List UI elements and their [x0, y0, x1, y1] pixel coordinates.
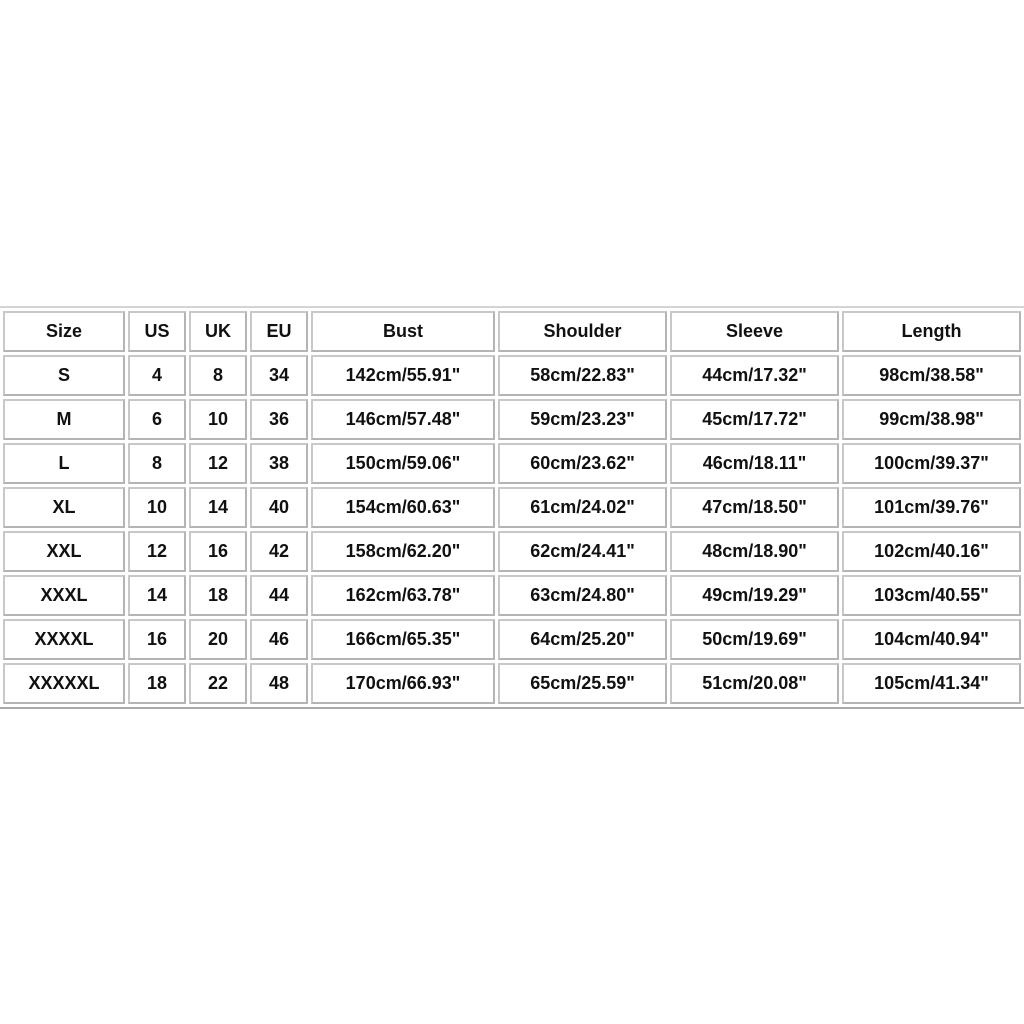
cell-size: M [3, 399, 125, 440]
cell-sleeve: 46cm/18.11" [670, 443, 839, 484]
cell-us: 8 [128, 443, 186, 484]
cell-shoulder: 63cm/24.80" [498, 575, 667, 616]
cell-size: S [3, 355, 125, 396]
cell-sleeve: 45cm/17.72" [670, 399, 839, 440]
cell-uk: 10 [189, 399, 247, 440]
cell-eu: 34 [250, 355, 308, 396]
cell-us: 6 [128, 399, 186, 440]
table-row: XXXXL 16 20 46 166cm/65.35" 64cm/25.20" 50cm/1… [3, 619, 1021, 660]
cell-length: 102cm/40.16" [842, 531, 1021, 572]
column-header-length: Length [842, 311, 1021, 352]
cell-bust: 166cm/65.35" [311, 619, 495, 660]
cell-eu: 42 [250, 531, 308, 572]
cell-sleeve: 51cm/20.08" [670, 663, 839, 704]
table-row: S 4 8 34 142cm/55.91" 58cm/22.83" 44cm/17.32" 9… [3, 355, 1021, 396]
cell-bust: 158cm/62.20" [311, 531, 495, 572]
cell-uk: 14 [189, 487, 247, 528]
cell-uk: 12 [189, 443, 247, 484]
cell-eu: 38 [250, 443, 308, 484]
column-header-size: Size [3, 311, 125, 352]
cell-length: 105cm/41.34" [842, 663, 1021, 704]
cell-us: 12 [128, 531, 186, 572]
column-header-eu: EU [250, 311, 308, 352]
cell-uk: 20 [189, 619, 247, 660]
cell-eu: 40 [250, 487, 308, 528]
cell-uk: 18 [189, 575, 247, 616]
table-row: XXXL 14 18 44 162cm/63.78" 63cm/24.80" 49cm/19… [3, 575, 1021, 616]
cell-sleeve: 49cm/19.29" [670, 575, 839, 616]
cell-us: 14 [128, 575, 186, 616]
cell-sleeve: 44cm/17.32" [670, 355, 839, 396]
cell-shoulder: 59cm/23.23" [498, 399, 667, 440]
column-header-sleeve: Sleeve [670, 311, 839, 352]
cell-us: 10 [128, 487, 186, 528]
cell-size: XXL [3, 531, 125, 572]
table-row: XXL 12 16 42 158cm/62.20" 62cm/24.41" 48cm/18.… [3, 531, 1021, 572]
cell-sleeve: 50cm/19.69" [670, 619, 839, 660]
cell-bust: 154cm/60.63" [311, 487, 495, 528]
cell-bust: 142cm/55.91" [311, 355, 495, 396]
cell-eu: 46 [250, 619, 308, 660]
cell-size: XL [3, 487, 125, 528]
cell-length: 103cm/40.55" [842, 575, 1021, 616]
cell-length: 100cm/39.37" [842, 443, 1021, 484]
table-row: M 6 10 36 146cm/57.48" 59cm/23.23" 45cm/17.72"… [3, 399, 1021, 440]
cell-uk: 16 [189, 531, 247, 572]
table-row: XXXXXL 18 22 48 170cm/66.93" 65cm/25.59" 51cm/… [3, 663, 1021, 704]
column-header-shoulder: Shoulder [498, 311, 667, 352]
cell-sleeve: 48cm/18.90" [670, 531, 839, 572]
size-table: Size US UK EU Bust Shoulder Sleeve Length S 4 8 34… [0, 306, 1024, 709]
cell-us: 16 [128, 619, 186, 660]
column-header-uk: UK [189, 311, 247, 352]
cell-bust: 146cm/57.48" [311, 399, 495, 440]
cell-eu: 48 [250, 663, 308, 704]
cell-eu: 44 [250, 575, 308, 616]
cell-shoulder: 64cm/25.20" [498, 619, 667, 660]
cell-shoulder: 65cm/25.59" [498, 663, 667, 704]
cell-size: XXXL [3, 575, 125, 616]
header-row: Size US UK EU Bust Shoulder Sleeve Length [3, 311, 1021, 352]
cell-shoulder: 58cm/22.83" [498, 355, 667, 396]
cell-bust: 170cm/66.93" [311, 663, 495, 704]
cell-uk: 22 [189, 663, 247, 704]
column-header-bust: Bust [311, 311, 495, 352]
cell-length: 98cm/38.58" [842, 355, 1021, 396]
cell-size: XXXXXL [3, 663, 125, 704]
cell-length: 99cm/38.98" [842, 399, 1021, 440]
cell-size: XXXXL [3, 619, 125, 660]
cell-bust: 162cm/63.78" [311, 575, 495, 616]
cell-shoulder: 61cm/24.02" [498, 487, 667, 528]
column-header-us: US [128, 311, 186, 352]
cell-shoulder: 62cm/24.41" [498, 531, 667, 572]
cell-size: L [3, 443, 125, 484]
table-row: L 8 12 38 150cm/59.06" 60cm/23.62" 46cm/18.11"… [3, 443, 1021, 484]
cell-sleeve: 47cm/18.50" [670, 487, 839, 528]
size-chart: Size US UK EU Bust Shoulder Sleeve Length S 4 8 34… [0, 306, 1024, 709]
cell-eu: 36 [250, 399, 308, 440]
cell-bust: 150cm/59.06" [311, 443, 495, 484]
cell-us: 4 [128, 355, 186, 396]
cell-length: 104cm/40.94" [842, 619, 1021, 660]
table-row: XL 10 14 40 154cm/60.63" 61cm/24.02" 47cm/18.5… [3, 487, 1021, 528]
cell-us: 18 [128, 663, 186, 704]
cell-length: 101cm/39.76" [842, 487, 1021, 528]
cell-uk: 8 [189, 355, 247, 396]
cell-shoulder: 60cm/23.62" [498, 443, 667, 484]
